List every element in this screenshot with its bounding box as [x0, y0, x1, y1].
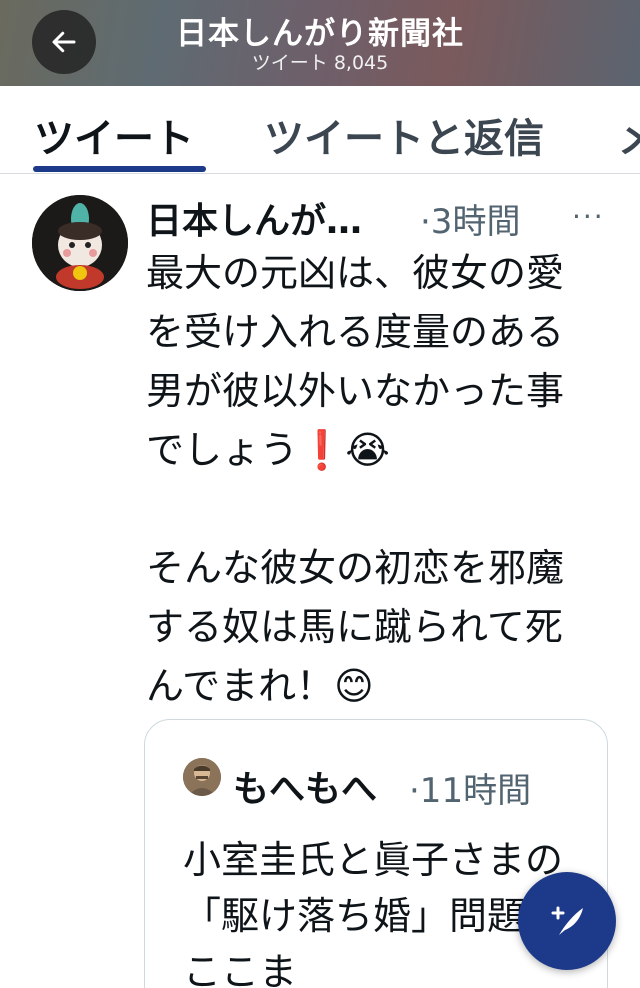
doll-avatar-image: [32, 195, 128, 291]
active-tab-indicator: [33, 166, 206, 172]
tab-media[interactable]: メ: [618, 106, 640, 164]
quoted-tweet-timestamp: ·11時間: [409, 771, 532, 811]
compose-tweet-icon: [551, 906, 583, 935]
profile-tabs: ツイート ツイートと返信 メ: [0, 86, 640, 174]
profile-header: 日本しんがり新聞社 ツイート 8,045: [0, 0, 640, 86]
tweet-text: 最大の元凶は、彼女の愛を受け入れる度量のある男が彼以外いなかった事でしょう❗😭 …: [146, 251, 565, 708]
compose-tweet-button[interactable]: [518, 872, 616, 970]
tweet-count: ツイート 8,045: [251, 52, 389, 74]
profile-title: 日本しんがり新聞社: [176, 16, 464, 52]
more-options-icon[interactable]: ···: [572, 200, 605, 233]
portrait-avatar-image: [183, 758, 221, 796]
author-avatar[interactable]: [32, 195, 128, 291]
tab-tweets[interactable]: ツイート: [34, 106, 194, 164]
quoted-author-name: もへもへ: [233, 769, 378, 810]
tab-tweets-and-replies[interactable]: ツイートと返信: [264, 106, 544, 164]
author-name[interactable]: 日本しんが…: [146, 192, 362, 244]
tweet-timestamp[interactable]: ·3時間: [420, 194, 520, 243]
quoted-author-avatar: [183, 758, 221, 796]
